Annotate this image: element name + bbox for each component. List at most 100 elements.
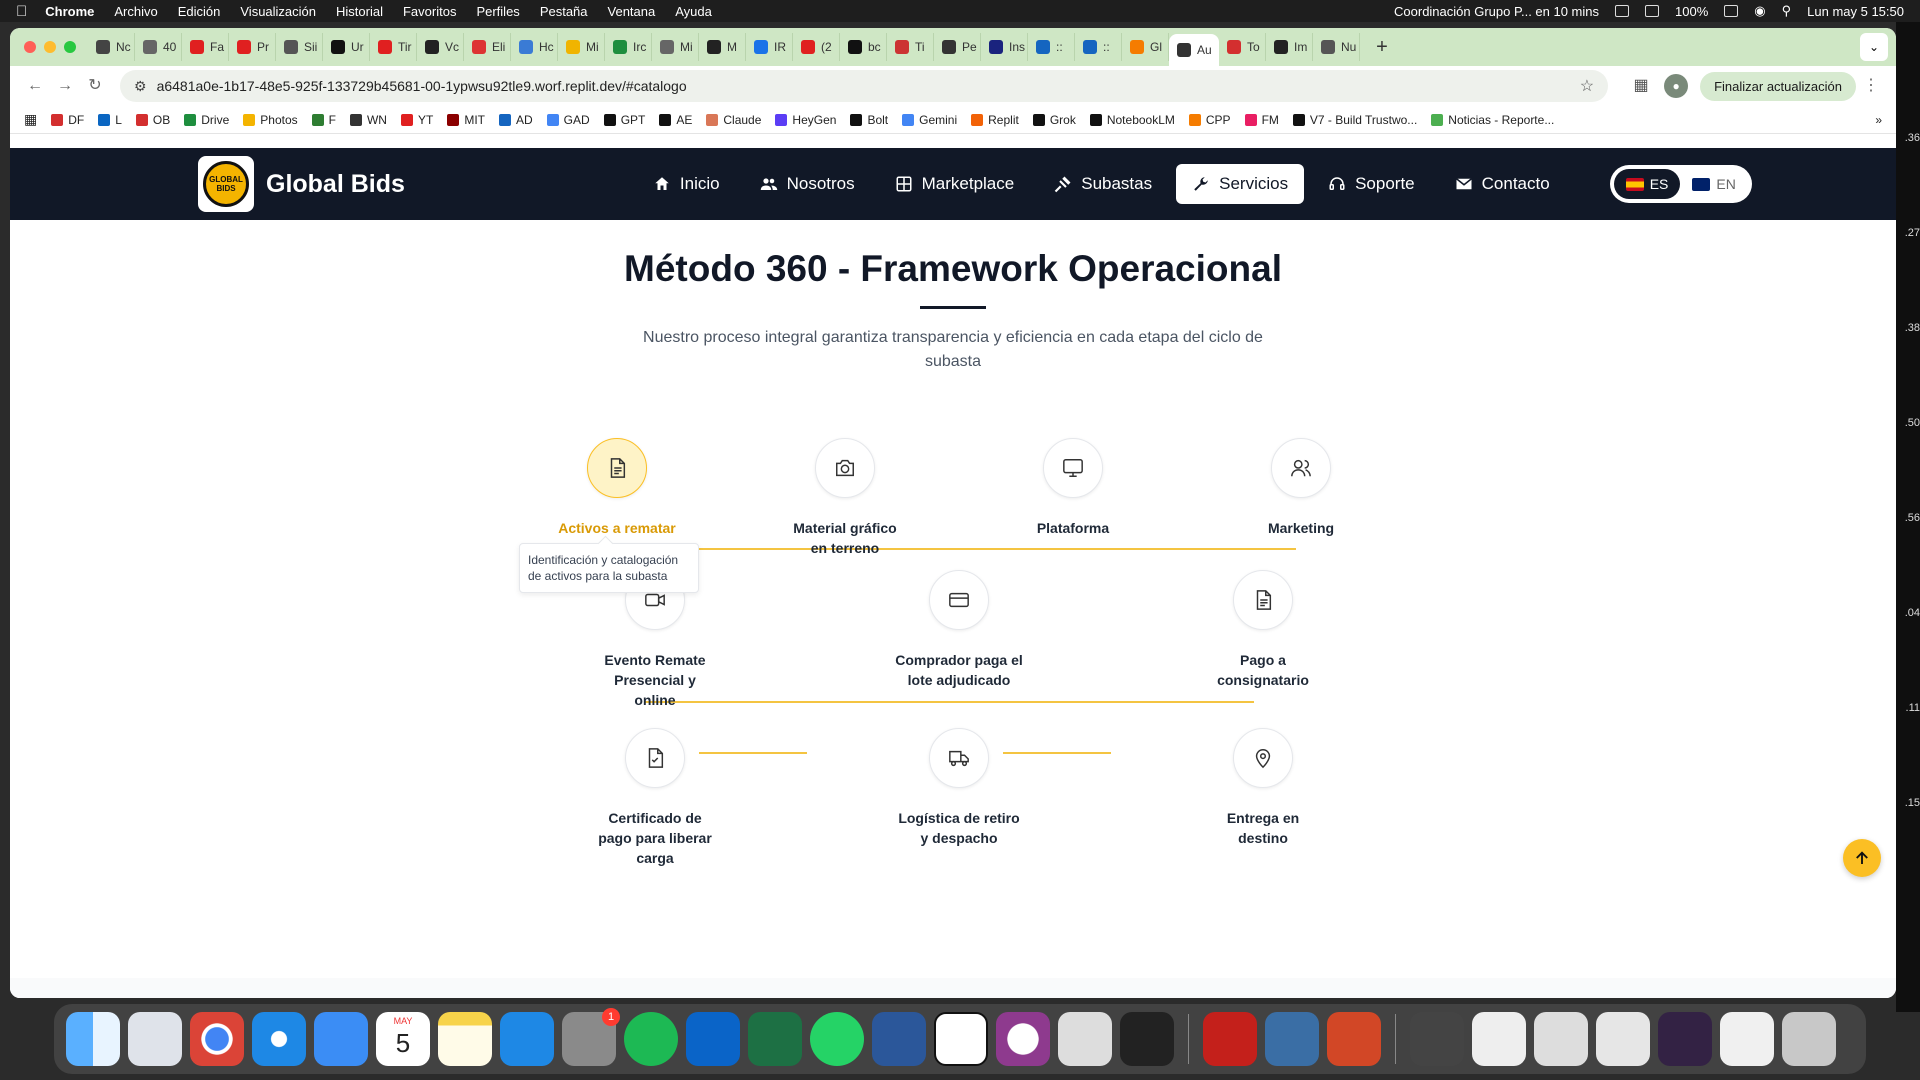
step-marketing-circle[interactable] [1271, 438, 1331, 498]
nav-subastas[interactable]: Subastas [1038, 164, 1168, 204]
minimized-window-4[interactable] [1596, 1012, 1650, 1066]
menu-ventana[interactable]: Ventana [608, 4, 656, 19]
bookmark-item[interactable]: FM [1244, 113, 1279, 127]
bookmark-item[interactable]: V7 - Build Trustwo... [1292, 113, 1417, 127]
bookmark-item[interactable]: L [98, 113, 122, 127]
bookmarks-overflow-icon[interactable]: » [1875, 113, 1882, 127]
notes-icon[interactable] [438, 1012, 492, 1066]
bookmark-item[interactable]: Bolt [850, 113, 888, 127]
launchpad-icon[interactable] [128, 1012, 182, 1066]
wifi-icon[interactable]: ◉ [1754, 3, 1765, 19]
browser-tab[interactable]: IR [746, 33, 793, 61]
menu-visualizacion[interactable]: Visualización [240, 4, 316, 19]
menu-ayuda[interactable]: Ayuda [675, 4, 712, 19]
browser-tab[interactable]: Eli [464, 33, 511, 61]
address-bar[interactable]: ⚙ a6481a0e-1b17-48e5-925f-133729b45681-0… [120, 70, 1609, 102]
step-comprador-circle[interactable] [929, 570, 989, 630]
bookmark-item[interactable]: Gemini [902, 113, 957, 127]
browser-tab[interactable]: (2 [793, 33, 840, 61]
browser-tab[interactable]: :: [1028, 33, 1075, 61]
step-entrega[interactable]: Entrega en destino [1153, 728, 1373, 848]
browser-tab[interactable]: Im [1266, 33, 1313, 61]
iphone-mirroring-icon[interactable] [1058, 1012, 1112, 1066]
step-plataforma-circle[interactable] [1043, 438, 1103, 498]
scroll-to-top-button[interactable] [1843, 839, 1881, 877]
nav-contacto[interactable]: Contacto [1439, 164, 1566, 204]
nav-nosotros[interactable]: Nosotros [744, 164, 871, 204]
step-certificado-circle[interactable] [625, 728, 685, 788]
keynote-icon[interactable] [500, 1012, 554, 1066]
spotify-icon[interactable] [624, 1012, 678, 1066]
apple-menu-icon[interactable]:  [16, 3, 27, 20]
calendar-icon[interactable]: MAY 5 [376, 1012, 430, 1066]
bookmark-item[interactable]: HeyGen [775, 113, 836, 127]
nav-inicio[interactable]: Inicio [637, 164, 736, 204]
bookmark-item[interactable]: Noticias - Reporte... [1431, 113, 1554, 127]
whatsapp-icon[interactable] [810, 1012, 864, 1066]
zoom-window-button[interactable] [64, 41, 76, 53]
browser-tab[interactable]: Fa [182, 33, 229, 61]
minimized-window-2[interactable] [1472, 1012, 1526, 1066]
brand-name[interactable]: Global Bids [266, 170, 405, 199]
finder-icon[interactable] [66, 1012, 120, 1066]
step-entrega-circle[interactable] [1233, 728, 1293, 788]
step-material-grafico[interactable]: Material gráfico en terreno [735, 438, 955, 558]
browser-tab[interactable]: Vc [417, 33, 464, 61]
preview-icon[interactable] [1265, 1012, 1319, 1066]
step-logistica-circle[interactable] [929, 728, 989, 788]
bookmark-item[interactable]: AE [659, 113, 692, 127]
powerpoint-icon[interactable] [1327, 1012, 1381, 1066]
reload-icon[interactable]: ↻ [80, 71, 110, 101]
close-window-button[interactable] [24, 41, 36, 53]
nav-soporte[interactable]: Soporte [1312, 164, 1431, 204]
menu-pestana[interactable]: Pestaña [540, 4, 588, 19]
menu-edicion[interactable]: Edición [178, 4, 221, 19]
step-marketing[interactable]: Marketing [1191, 438, 1411, 538]
mail-icon[interactable] [314, 1012, 368, 1066]
apps-grid-icon[interactable]: ▦ [24, 111, 37, 128]
lang-es-button[interactable]: ES [1613, 169, 1681, 199]
display-icon[interactable] [1645, 5, 1660, 17]
bookmark-item[interactable]: Drive [184, 113, 229, 127]
browser-tab[interactable]: Nu [1313, 33, 1360, 61]
bookmark-item[interactable]: OB [135, 113, 170, 127]
nav-marketplace[interactable]: Marketplace [879, 164, 1031, 204]
browser-tab[interactable]: Sii [276, 33, 323, 61]
chrome-icon[interactable] [190, 1012, 244, 1066]
bookmark-item[interactable]: DF [51, 113, 84, 127]
bookmark-item[interactable]: Grok [1032, 113, 1076, 127]
tally-icon[interactable] [1120, 1012, 1174, 1066]
minimized-window-5[interactable] [1658, 1012, 1712, 1066]
app-menu[interactable]: Chrome [45, 4, 94, 19]
browser-tab[interactable]: Au× [1169, 34, 1219, 66]
menu-historial[interactable]: Historial [336, 4, 383, 19]
minimized-window-6[interactable] [1720, 1012, 1774, 1066]
back-icon[interactable]: ← [20, 71, 50, 101]
step-pago-consignatario[interactable]: Pago a consignatario [1153, 570, 1373, 690]
bookmark-item[interactable]: GPT [603, 113, 645, 127]
excel-icon[interactable] [748, 1012, 802, 1066]
bookmark-item[interactable]: Claude [706, 113, 761, 127]
browser-tab[interactable]: Pr [229, 33, 276, 61]
bookmark-item[interactable]: Replit [971, 113, 1019, 127]
browser-tab[interactable]: Nc [88, 33, 135, 61]
recorder-icon[interactable] [996, 1012, 1050, 1066]
step-material-circle[interactable] [815, 438, 875, 498]
browser-tab[interactable]: Hc [511, 33, 558, 61]
bookmark-item[interactable]: CPP [1188, 113, 1231, 127]
browser-tab[interactable]: bc [840, 33, 887, 61]
site-info-icon[interactable]: ⚙ [134, 78, 147, 95]
more-menu-icon[interactable]: ⋮ [1856, 71, 1886, 101]
bookmark-item[interactable]: NotebookLM [1089, 113, 1175, 127]
forward-icon[interactable]: → [50, 71, 80, 101]
browser-tab[interactable]: Ti [887, 33, 934, 61]
safari-icon[interactable] [252, 1012, 306, 1066]
bookmark-item[interactable]: AD [499, 113, 533, 127]
browser-tab[interactable]: M [699, 33, 746, 61]
browser-tab[interactable]: Irc [605, 33, 652, 61]
update-chrome-button[interactable]: Finalizar actualización [1700, 71, 1856, 101]
search-icon[interactable]: ⚲ [1782, 3, 1792, 19]
browser-tab[interactable]: 40 [135, 33, 182, 61]
browser-tab[interactable]: To [1219, 33, 1266, 61]
acrobat-icon[interactable] [1203, 1012, 1257, 1066]
